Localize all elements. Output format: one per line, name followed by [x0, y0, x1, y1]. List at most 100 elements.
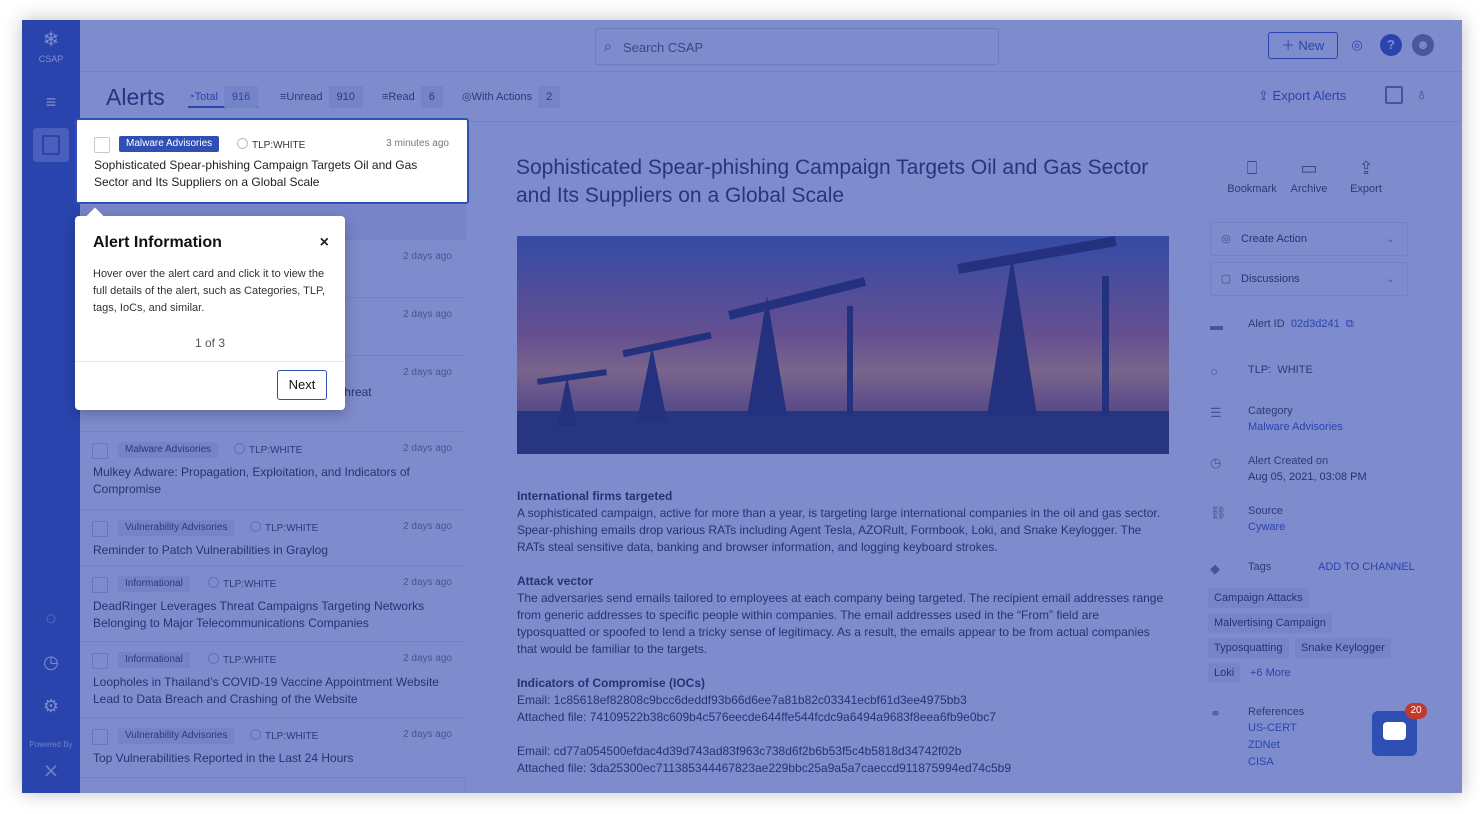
- archive-button[interactable]: ▭ Archive: [1279, 158, 1339, 195]
- copy-icon[interactable]: ⧉: [1346, 318, 1354, 330]
- tlp-label: TLP:WHITE: [234, 443, 302, 456]
- tab-unread-count: 910: [328, 86, 363, 108]
- tour-popover: Alert Information × Hover over the alert…: [75, 216, 345, 410]
- alert-time: 2 days ago: [403, 443, 452, 454]
- alert-title: DeadRinger Leverages Threat Campaigns Ta…: [93, 599, 425, 630]
- alert-card[interactable]: Informational TLP:WHITE 2 days ago DeadR…: [80, 566, 466, 642]
- alert-body: International firms targeted A sophistic…: [517, 488, 1169, 777]
- tlp-label: TLP:: [1248, 364, 1272, 376]
- alert-card[interactable]: Vulnerability Advisories TLP:WHITE 2 day…: [80, 510, 466, 566]
- alert-id-label: Alert ID: [1248, 318, 1285, 330]
- tlp-circle-icon: ○: [1210, 364, 1218, 379]
- tag-chip[interactable]: Snake Keylogger: [1295, 638, 1391, 658]
- reference-link[interactable]: US-CERT: [1248, 722, 1297, 734]
- alert-checkbox[interactable]: [92, 653, 108, 669]
- bookmark-button[interactable]: ⎕ Bookmark: [1222, 158, 1282, 195]
- alert-checkbox[interactable]: [92, 577, 108, 593]
- alert-time: 2 days ago: [403, 729, 452, 740]
- alerts-nav-icon[interactable]: [33, 128, 69, 162]
- close-icon[interactable]: ×: [320, 234, 329, 252]
- alert-checkbox[interactable]: [94, 137, 110, 153]
- snowflake-logo-icon: ❄: [42, 29, 60, 51]
- section-text: The adversaries send emails tailored to …: [517, 591, 1164, 656]
- create-action-dropdown[interactable]: ◎ Create Action ⌄: [1210, 222, 1408, 256]
- alert-card[interactable]: Malware Advisories TLP:WHITE 2 days ago …: [80, 432, 466, 510]
- tab-read-count: 6: [420, 86, 443, 108]
- tour-title: Alert Information: [93, 234, 222, 251]
- export-alerts-button[interactable]: ⇪ Export Alerts: [1258, 88, 1346, 104]
- tag-chip[interactable]: Malvertising Campaign: [1208, 613, 1332, 633]
- alert-id-value[interactable]: 02d3d241: [1291, 318, 1340, 330]
- category-badge: Vulnerability Advisories: [118, 520, 235, 536]
- created-value: Aug 05, 2021, 03:08 PM: [1248, 471, 1367, 483]
- action-cursor-icon[interactable]: ◎: [1346, 34, 1368, 56]
- alert-card[interactable]: Vulnerability Advisories TLP:WHITE 2 day…: [80, 718, 466, 778]
- actions-icon: ◎: [462, 91, 472, 103]
- chevron-down-icon: ⌄: [1385, 233, 1395, 245]
- tag-chip[interactable]: Loki: [1208, 663, 1241, 683]
- alert-time: 2 days ago: [403, 251, 452, 262]
- export-alerts-label: Export Alerts: [1272, 88, 1347, 103]
- tab-read[interactable]: ≡Read 6: [382, 86, 443, 108]
- alert-checkbox[interactable]: [92, 521, 108, 537]
- alert-title: Top Vulnerabilities Reported in the Last…: [93, 751, 354, 765]
- layout-icon[interactable]: [1385, 86, 1403, 104]
- source-value[interactable]: Cyware: [1248, 521, 1285, 533]
- tlp-label: TLP:WHITE: [208, 577, 276, 590]
- alert-checkbox[interactable]: [92, 729, 108, 745]
- new-button[interactable]: ＋ New: [1268, 32, 1338, 59]
- more-tags-link[interactable]: +6 More: [1244, 663, 1297, 683]
- search-icon: ⌕: [604, 38, 612, 54]
- reference-link[interactable]: ZDNet: [1248, 739, 1280, 751]
- tlp-label: TLP:WHITE: [237, 138, 305, 151]
- tag-chip[interactable]: Campaign Attacks: [1208, 588, 1309, 608]
- section-heading: International firms targeted: [517, 489, 673, 503]
- avatar[interactable]: ☻: [1412, 34, 1434, 56]
- alert-card[interactable]: Informational TLP:WHITE 2 days ago Looph…: [80, 642, 466, 718]
- settings-gear-icon[interactable]: ⚙: [39, 694, 63, 718]
- search-input[interactable]: ⌕ Search CSAP: [595, 28, 999, 65]
- category-value[interactable]: Malware Advisories: [1248, 421, 1343, 433]
- export-icon: ⇪: [1358, 158, 1374, 178]
- export-button[interactable]: ⇪ Export: [1336, 158, 1396, 195]
- tab-total-count: 916: [223, 86, 259, 108]
- alerts-header: Alerts ◔Total 916 ≡Unread 910 ≡Read 6 ◎With…: [80, 72, 1462, 122]
- highlighted-alert-card[interactable]: Malware Advisories TLP:WHITE 3 minutes a…: [75, 118, 469, 204]
- source-label: Source: [1248, 505, 1283, 517]
- integrations-icon[interactable]: ◌: [39, 606, 63, 630]
- alert-checkbox[interactable]: [92, 443, 108, 459]
- tlp-value: WHITE: [1277, 364, 1313, 376]
- add-to-channel-link[interactable]: ADD TO CHANNEL: [1318, 561, 1415, 573]
- alert-time: 2 days ago: [403, 521, 452, 532]
- discussions-dropdown[interactable]: ▢ Discussions ⌄: [1210, 262, 1408, 296]
- category-badge: Informational: [118, 652, 190, 668]
- link-icon: ⚭: [1210, 706, 1221, 721]
- menu-icon[interactable]: ≡: [39, 90, 63, 114]
- alert-title: Sophisticated Spear-phishing Campaign Ta…: [94, 158, 418, 189]
- tab-total[interactable]: ◔Total 916: [188, 86, 259, 108]
- tag-chip[interactable]: Typosquatting: [1208, 638, 1289, 658]
- next-button[interactable]: Next: [277, 370, 327, 400]
- tab-unread[interactable]: ≡Unread 910: [280, 86, 363, 108]
- category-badge: Malware Advisories: [119, 136, 220, 152]
- chat-badge: 20: [1405, 703, 1427, 719]
- tlp-label: TLP:WHITE: [250, 521, 318, 534]
- tab-total-label: Total: [194, 91, 218, 103]
- create-action-label: Create Action: [1241, 233, 1308, 245]
- clock-icon[interactable]: ◷: [39, 650, 63, 674]
- category-label: Category: [1248, 405, 1293, 417]
- chat-button[interactable]: 20: [1372, 703, 1427, 756]
- reference-link[interactable]: CISA: [1248, 756, 1274, 768]
- plus-icon: ＋: [1281, 38, 1295, 53]
- tag-icon: ◆: [1210, 561, 1220, 576]
- page-title: Alerts: [106, 84, 165, 110]
- alert-time: 2 days ago: [403, 367, 452, 378]
- total-icon: ◔: [188, 91, 195, 103]
- help-icon[interactable]: ?: [1380, 34, 1402, 56]
- lightbulb-icon[interactable]: ♁: [1415, 84, 1429, 105]
- tab-with-actions[interactable]: ◎With Actions 2: [462, 86, 561, 108]
- references-label: References: [1248, 706, 1305, 718]
- ioc-line: Attached file: 74109522b38c609b4c576eecd…: [517, 710, 996, 724]
- logo[interactable]: ❄ CSAP: [22, 20, 80, 74]
- discussion-icon: ▢: [1220, 273, 1232, 285]
